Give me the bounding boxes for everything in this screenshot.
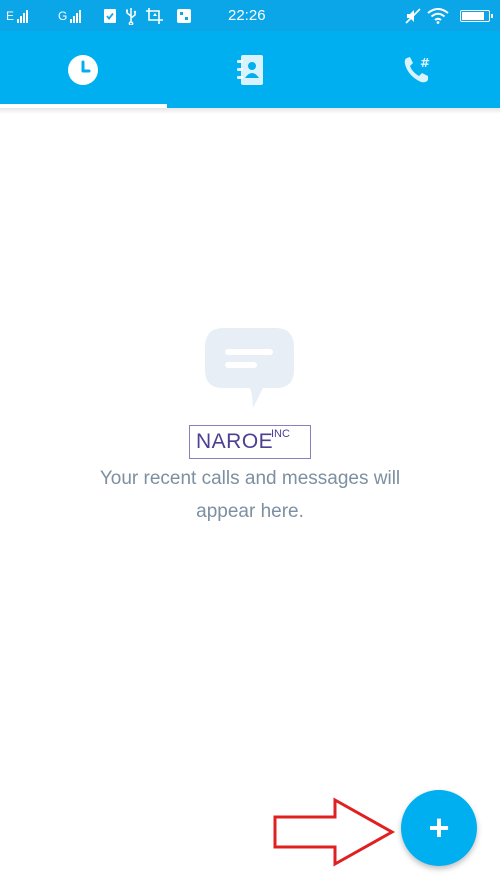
mute-icon — [405, 0, 421, 31]
svg-text:#: # — [420, 56, 430, 70]
watermark-suffix: INC — [271, 428, 290, 440]
download-done-icon — [103, 0, 117, 31]
tab-dialpad[interactable]: # — [333, 31, 500, 108]
status-time: 22:26 — [228, 7, 266, 24]
usb-icon — [125, 0, 137, 31]
signal-strength-2: G — [58, 0, 82, 31]
carrier2-label: G — [58, 8, 68, 23]
signal-strength-1: E — [6, 0, 29, 31]
status-bar: E G 22:26 — [0, 0, 500, 31]
battery-icon — [460, 10, 493, 22]
signal-bars-icon — [70, 9, 82, 23]
screenshot-icon — [145, 0, 165, 31]
empty-message-line1: Your recent calls and messages will — [99, 468, 401, 489]
clock-icon — [68, 54, 99, 85]
signal-bars-icon — [17, 9, 29, 23]
tab-bar: # — [0, 31, 500, 108]
empty-message-line2: appear here. — [196, 501, 304, 522]
watermark-name: NAROE — [196, 430, 274, 453]
app-notification-icon — [176, 0, 192, 31]
carrier1-label: E — [6, 8, 15, 23]
tab-recent[interactable] — [0, 31, 167, 108]
new-conversation-button[interactable]: + — [401, 790, 477, 866]
watermark-logo: NAROE INC — [189, 425, 311, 459]
chat-bubble-icon — [205, 328, 294, 408]
tab-contacts[interactable] — [167, 31, 334, 108]
tab-bar-shadow — [0, 108, 500, 114]
wifi-icon — [427, 0, 449, 31]
plus-icon: + — [428, 807, 450, 848]
phone-dialpad-icon: # — [404, 56, 430, 82]
empty-state-message: Your recent calls and messages will appe… — [60, 462, 440, 528]
contacts-book-icon — [237, 54, 263, 85]
red-arrow-icon — [273, 797, 396, 867]
